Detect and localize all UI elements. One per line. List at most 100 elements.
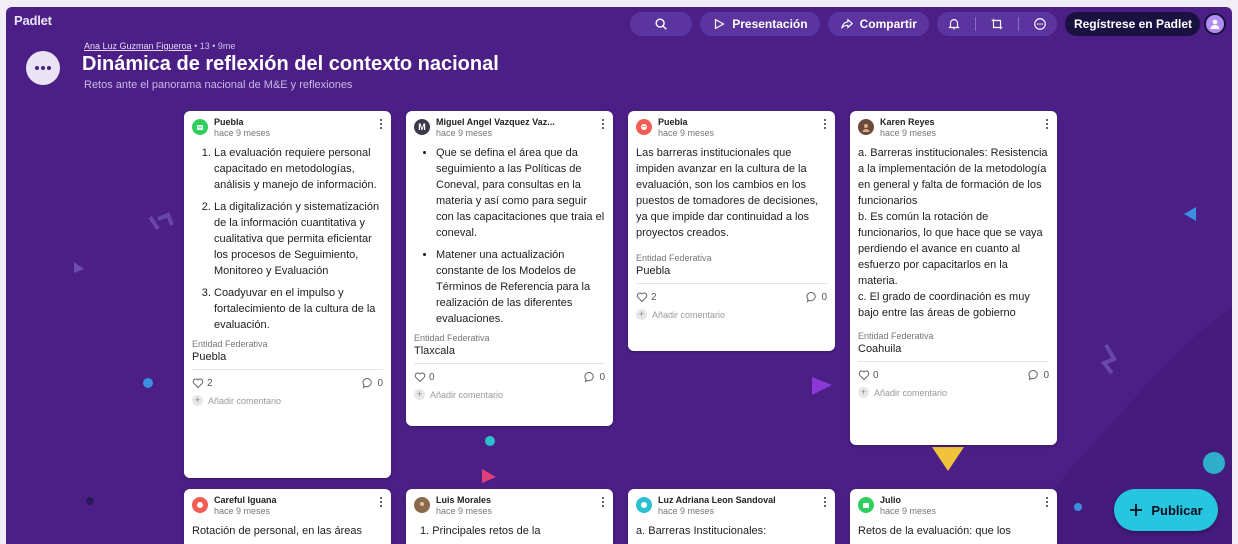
- creature-icon: [641, 502, 647, 508]
- register-button[interactable]: Regístrese en Padlet: [1064, 12, 1200, 36]
- comment-count: 0: [599, 371, 605, 383]
- add-comment-button[interactable]: + Añadir comentario: [628, 303, 835, 328]
- like-count: 2: [651, 291, 657, 303]
- post-header: Julio hace 9 meses: [850, 489, 1057, 519]
- list-item: Matener una actualización constante de l…: [436, 247, 605, 327]
- post-author: Luz Adriana Leon Sandoval: [658, 495, 776, 505]
- more-options-icon[interactable]: [1033, 17, 1047, 31]
- bell-icon[interactable]: [947, 17, 961, 31]
- post-body: a. Barreras institucionales: Resistencia…: [850, 141, 1057, 321]
- user-avatar[interactable]: [1204, 13, 1226, 35]
- comment-icon: [806, 291, 817, 303]
- creature-icon: [863, 503, 869, 508]
- share-button[interactable]: Compartir: [827, 12, 929, 36]
- page-subtitle: Retos ante el panorama nacional de M&E y…: [84, 79, 353, 91]
- kebab-menu-icon[interactable]: [1045, 496, 1049, 508]
- comment-icon: [1028, 369, 1039, 381]
- add-comment-button[interactable]: + Añadir comentario: [406, 383, 613, 408]
- creature-icon: [641, 124, 647, 130]
- publish-label: Publicar: [1151, 502, 1203, 518]
- field-value: Puebla: [636, 265, 671, 277]
- text-line: c. El grado de coordinación es muy bajo …: [858, 291, 1030, 319]
- post-time: hace 9 meses: [214, 128, 271, 138]
- comment-count-button[interactable]: 0: [806, 291, 827, 303]
- add-comment-button[interactable]: + Añadir comentario: [184, 389, 391, 414]
- presentation-label: Presentación: [732, 17, 808, 31]
- comment-icon: [584, 371, 595, 383]
- plus-icon: [1130, 504, 1143, 516]
- user-icon: [1210, 19, 1220, 29]
- comment-count-button[interactable]: 0: [584, 371, 605, 383]
- post-avatar: [636, 497, 652, 513]
- presentation-button[interactable]: Presentación: [700, 12, 820, 36]
- post-body: 1. Principales retos de la: [420, 525, 541, 537]
- post-header: Careful Iguana hace 9 meses: [184, 489, 391, 519]
- comment-count-button[interactable]: 0: [362, 377, 383, 389]
- plus-icon: +: [636, 309, 647, 320]
- search-button[interactable]: [630, 12, 693, 36]
- post-avatar: [192, 497, 208, 513]
- post-card[interactable]: Karen Reyes hace 9 meses a. Barreras ins…: [850, 111, 1057, 445]
- like-button[interactable]: 0: [414, 371, 435, 383]
- list-item: Coadyuvar en el impulso y fortalecimient…: [214, 285, 383, 333]
- list-item: Que se defina el área que da seguimiento…: [436, 145, 605, 241]
- heart-icon: [192, 378, 204, 389]
- post-card[interactable]: Puebla hace 9 meses La evaluación requie…: [184, 111, 391, 478]
- like-button[interactable]: 0: [858, 369, 879, 381]
- text-line: a. Barreras institucionales: Resistencia…: [858, 147, 1048, 207]
- field-value: Tlaxcala: [414, 345, 455, 357]
- post-author: Luis Morales: [436, 495, 492, 505]
- kebab-menu-icon[interactable]: [823, 496, 827, 508]
- like-count: 0: [429, 371, 435, 383]
- post-card[interactable]: Puebla hace 9 meses Las barreras institu…: [628, 111, 835, 351]
- comment-count-button[interactable]: 0: [1028, 369, 1049, 381]
- kebab-menu-icon[interactable]: [601, 496, 605, 508]
- field-label: Entidad Federativa: [414, 333, 490, 343]
- kebab-menu-icon[interactable]: [379, 118, 383, 130]
- like-button[interactable]: 2: [192, 377, 213, 389]
- post-card[interactable]: Julio hace 9 meses Retos de la evaluació…: [850, 489, 1057, 544]
- like-button[interactable]: 2: [636, 291, 657, 303]
- divider: [1017, 17, 1019, 31]
- post-avatar: [636, 119, 652, 135]
- comment-count: 0: [377, 377, 383, 389]
- heart-icon: [414, 372, 426, 383]
- kebab-menu-icon[interactable]: [379, 496, 383, 508]
- kebab-menu-icon[interactable]: [601, 118, 605, 130]
- padlet-board: Padlet Presentación Compartir Regístrese…: [6, 7, 1232, 544]
- post-time: hace 9 meses: [436, 128, 493, 138]
- kebab-menu-icon[interactable]: [823, 118, 827, 130]
- like-count: 0: [873, 369, 879, 381]
- post-avatar: [192, 119, 208, 135]
- add-comment-label: Añadir comentario: [430, 389, 504, 400]
- text-line: b. Es común la rotación de funcionarios,…: [858, 211, 1043, 287]
- post-footer: 2 0: [636, 283, 827, 303]
- kebab-menu-icon[interactable]: [1045, 118, 1049, 130]
- publish-button[interactable]: Publicar: [1114, 489, 1218, 531]
- field-label: Entidad Federativa: [858, 331, 934, 341]
- add-comment-label: Añadir comentario: [208, 395, 282, 406]
- field-label: Entidad Federativa: [192, 339, 268, 349]
- board-author-link[interactable]: Ana Luz Guzman Figueroa: [84, 41, 192, 51]
- post-card[interactable]: Luz Adriana Leon Sandoval hace 9 meses a…: [628, 489, 835, 544]
- post-card[interactable]: Careful Iguana hace 9 meses Rotación de …: [184, 489, 391, 544]
- share-label: Compartir: [859, 17, 917, 31]
- post-body: Las barreras institucionales que impiden…: [636, 147, 819, 239]
- top-toolbar: Presentación Compartir Regístrese en Pad…: [630, 12, 1226, 36]
- share-icon: [840, 18, 853, 29]
- post-time: hace 9 meses: [880, 128, 937, 138]
- padlet-logo[interactable]: Padlet: [14, 13, 52, 28]
- heart-icon: [858, 370, 870, 381]
- comment-icon: [362, 377, 373, 389]
- post-avatar: M: [414, 119, 430, 135]
- avatar-letter: M: [418, 122, 426, 132]
- post-card[interactable]: M Miguel Angel Vazquez Vaz... hace 9 mes…: [406, 111, 613, 426]
- post-author: Careful Iguana: [214, 495, 277, 505]
- plus-icon: +: [858, 387, 869, 398]
- user-photo-icon: [420, 502, 424, 506]
- add-comment-button[interactable]: + Añadir comentario: [850, 381, 1057, 406]
- remake-icon[interactable]: [990, 17, 1004, 31]
- post-card[interactable]: Luis Morales hace 9 meses 1. Principales…: [406, 489, 613, 544]
- heart-icon: [636, 292, 648, 303]
- divider: [974, 17, 976, 31]
